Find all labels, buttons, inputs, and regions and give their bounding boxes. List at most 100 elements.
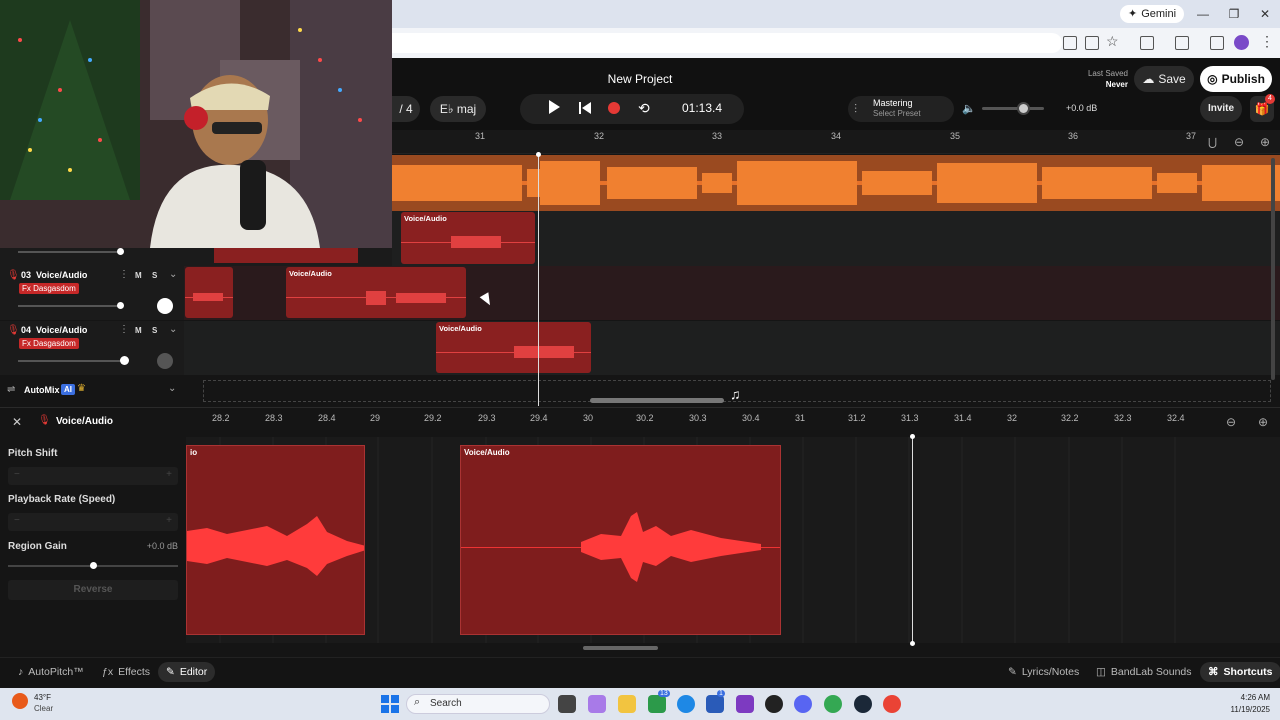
autopitch-button[interactable]: ♪ AutoPitch™ bbox=[10, 662, 92, 682]
edge-icon[interactable] bbox=[677, 695, 695, 713]
close-window-button[interactable]: ✕ bbox=[1256, 6, 1274, 22]
audio-clip[interactable]: Voice/Audio bbox=[401, 212, 535, 264]
key-selector[interactable]: E♭ maj bbox=[430, 96, 486, 122]
volume-thumb[interactable] bbox=[117, 248, 124, 255]
address-bar[interactable] bbox=[392, 33, 1062, 53]
weather-temp[interactable]: 43°F bbox=[34, 693, 51, 702]
chrome-icon[interactable] bbox=[883, 695, 901, 713]
lyrics-notes-button[interactable]: ✎ Lyrics/Notes bbox=[1000, 662, 1087, 682]
volume-thumb[interactable] bbox=[120, 356, 129, 365]
editor-scrollbar[interactable] bbox=[583, 646, 658, 650]
project-title[interactable]: New Project bbox=[590, 72, 690, 86]
extensions-icon[interactable] bbox=[1140, 36, 1154, 50]
solo-button[interactable]: S bbox=[152, 271, 157, 280]
track-name[interactable]: Voice/Audio bbox=[36, 270, 87, 280]
editor-clip[interactable]: Voice/Audio bbox=[460, 445, 781, 635]
mute-button[interactable]: M bbox=[135, 326, 142, 335]
zoom-in-icon[interactable]: ⊕ bbox=[1258, 415, 1268, 429]
volume-knob[interactable] bbox=[1017, 102, 1030, 115]
file-explorer-icon[interactable] bbox=[618, 695, 636, 713]
star-icon[interactable]: ☆ bbox=[1106, 33, 1119, 50]
volume-slider[interactable] bbox=[18, 360, 124, 362]
audio-clip[interactable]: Voice/Audio bbox=[436, 322, 591, 373]
shortcuts-button[interactable]: ⌘ Shortcuts bbox=[1200, 662, 1280, 682]
master-volume-slider[interactable] bbox=[982, 107, 1044, 110]
save-button[interactable]: ☁ Save bbox=[1134, 66, 1194, 92]
more-menu-icon[interactable]: ⋮ bbox=[1260, 33, 1274, 50]
editor-playhead-handle[interactable] bbox=[910, 434, 915, 439]
audio-clip[interactable]: Voice/Audio bbox=[286, 267, 466, 318]
media-icon[interactable] bbox=[1210, 36, 1224, 50]
effects-button[interactable]: ƒx Effects bbox=[94, 662, 158, 682]
cast-icon[interactable] bbox=[1085, 36, 1099, 50]
editor-playhead[interactable] bbox=[912, 437, 913, 644]
fx-badge[interactable]: Fx Dasgasdom bbox=[19, 338, 79, 349]
app-icon[interactable] bbox=[736, 695, 754, 713]
zoom-out-icon[interactable]: ⊖ bbox=[1234, 135, 1244, 149]
close-icon[interactable]: ✕ bbox=[12, 415, 22, 429]
clock-time[interactable]: 4:26 AM bbox=[1210, 693, 1270, 702]
chevron-down-icon[interactable]: ⌄ bbox=[168, 383, 176, 394]
chevron-down-icon[interactable]: ⌄ bbox=[169, 269, 177, 280]
track-menu-icon[interactable]: ⋮ bbox=[119, 324, 129, 335]
playhead[interactable] bbox=[538, 154, 539, 406]
vertical-scrollbar[interactable] bbox=[1271, 158, 1275, 380]
automix-label[interactable]: AutoMix bbox=[24, 385, 60, 395]
reverse-button[interactable]: Reverse bbox=[8, 580, 178, 600]
play-icon[interactable] bbox=[549, 100, 560, 114]
audio-clip[interactable] bbox=[214, 248, 358, 263]
chrome-icon[interactable] bbox=[824, 695, 842, 713]
maximize-button[interactable]: ❐ bbox=[1225, 6, 1243, 22]
region-gain-thumb[interactable] bbox=[90, 562, 97, 569]
reading-list-icon[interactable] bbox=[1063, 36, 1077, 50]
magnet-icon[interactable]: ⋃ bbox=[1208, 136, 1217, 149]
minimize-button[interactable]: — bbox=[1194, 6, 1212, 22]
copilot-icon[interactable] bbox=[588, 695, 606, 713]
zoom-out-icon[interactable]: ⊖ bbox=[1226, 415, 1236, 429]
record-icon[interactable] bbox=[608, 102, 620, 114]
audio-clip[interactable] bbox=[185, 267, 233, 318]
mute-button[interactable]: M bbox=[135, 271, 142, 280]
add-music-icon[interactable]: ♫ bbox=[730, 386, 741, 402]
invite-button[interactable]: Invite bbox=[1200, 96, 1242, 122]
task-view-icon[interactable] bbox=[558, 695, 576, 713]
taskbar-search[interactable] bbox=[406, 694, 550, 714]
track-lane[interactable] bbox=[0, 321, 1280, 375]
time-signature[interactable]: / 4 bbox=[392, 96, 420, 122]
bandlab-sounds-button[interactable]: ◫ BandLab Sounds bbox=[1088, 662, 1200, 682]
publish-button[interactable]: ◎ Publish bbox=[1200, 66, 1272, 92]
steam-icon[interactable] bbox=[854, 695, 872, 713]
volume-slider[interactable] bbox=[18, 305, 121, 307]
windows-start-icon[interactable] bbox=[381, 695, 399, 713]
volume-slider[interactable] bbox=[18, 251, 121, 253]
skip-back-icon[interactable] bbox=[578, 101, 592, 115]
profile-avatar[interactable] bbox=[1234, 35, 1249, 50]
pan-knob[interactable] bbox=[157, 353, 173, 369]
loop-icon[interactable]: ⟲ bbox=[638, 100, 650, 117]
track-menu-icon[interactable]: ⋮ bbox=[119, 269, 129, 280]
sidepanel-icon[interactable] bbox=[1175, 36, 1189, 50]
pan-knob[interactable] bbox=[157, 298, 173, 314]
editor-clip[interactable]: io bbox=[186, 445, 365, 635]
zoom-in-icon[interactable]: ⊕ bbox=[1260, 135, 1270, 149]
volume-thumb[interactable] bbox=[117, 302, 124, 309]
horizontal-scrollbar[interactable] bbox=[590, 398, 724, 403]
weather-icon[interactable] bbox=[12, 693, 28, 709]
chevron-down-icon[interactable]: ⌄ bbox=[169, 324, 177, 335]
discord-icon[interactable] bbox=[794, 695, 812, 713]
editor-button[interactable]: ✎ Editor bbox=[158, 662, 216, 682]
playhead-handle[interactable] bbox=[536, 152, 541, 157]
editor-playhead-handle[interactable] bbox=[910, 641, 915, 646]
track-name[interactable]: Voice/Audio bbox=[36, 325, 87, 335]
app-icon[interactable] bbox=[765, 695, 783, 713]
gemini-button[interactable]: ✦ Gemini bbox=[1120, 5, 1185, 23]
pitch-shift-stepper[interactable]: − + bbox=[8, 467, 178, 485]
speaker-icon[interactable]: 🔈 bbox=[962, 102, 976, 115]
solo-button[interactable]: S bbox=[152, 326, 157, 335]
playback-rate-stepper[interactable]: − + bbox=[8, 513, 178, 531]
master-track-clip[interactable] bbox=[392, 155, 1280, 211]
fx-badge[interactable]: Fx Dasgasdom bbox=[19, 283, 79, 294]
xbox-icon[interactable] bbox=[648, 695, 666, 713]
editor-tick-label: 30 bbox=[583, 413, 594, 423]
store-icon[interactable] bbox=[706, 695, 724, 713]
